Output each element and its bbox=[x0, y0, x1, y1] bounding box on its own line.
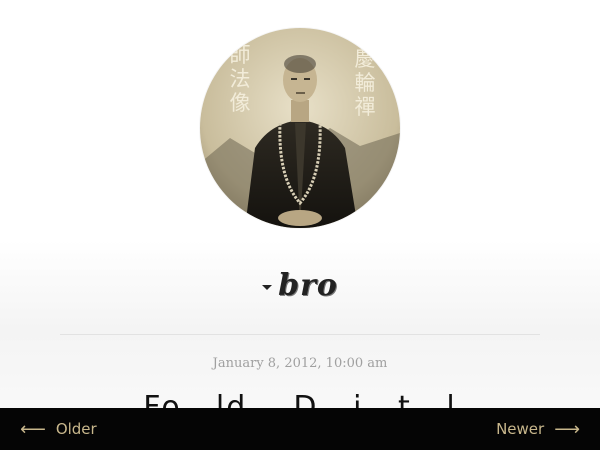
monk-portrait-image: 師 法 像 慶 輪 禪 bbox=[200, 28, 400, 228]
arrow-right-icon: ⟶ bbox=[554, 419, 580, 440]
site-title[interactable]: bro bbox=[0, 268, 600, 303]
svg-text:慶: 慶 bbox=[355, 47, 376, 71]
avatar[interactable]: 師 法 像 慶 輪 禪 bbox=[200, 28, 400, 228]
svg-text:師: 師 bbox=[230, 43, 251, 67]
caption-left: 師 法 像 bbox=[230, 43, 251, 115]
post-date[interactable]: January 8, 2012, 10:00 am bbox=[0, 356, 600, 371]
site-title-text[interactable]: bro bbox=[278, 268, 338, 303]
newer-label: Newer bbox=[496, 420, 545, 438]
svg-text:像: 像 bbox=[230, 91, 251, 115]
caption-right: 慶 輪 禪 bbox=[355, 47, 376, 119]
page: 師 法 像 慶 輪 禪 bro January 8, 2012, 10:00 a… bbox=[0, 0, 600, 450]
divider bbox=[60, 334, 540, 335]
arrow-left-icon: ⟵ bbox=[20, 419, 46, 440]
bottom-navigation-bar: ⟵ Older Newer ⟶ bbox=[0, 408, 600, 450]
caret-down-icon bbox=[262, 284, 273, 290]
older-link[interactable]: ⟵ Older bbox=[20, 408, 97, 450]
newer-link[interactable]: Newer ⟶ bbox=[496, 408, 580, 450]
svg-text:輪: 輪 bbox=[355, 71, 376, 95]
older-label: Older bbox=[55, 420, 97, 438]
svg-text:法: 法 bbox=[230, 67, 251, 91]
svg-text:禪: 禪 bbox=[355, 95, 376, 119]
